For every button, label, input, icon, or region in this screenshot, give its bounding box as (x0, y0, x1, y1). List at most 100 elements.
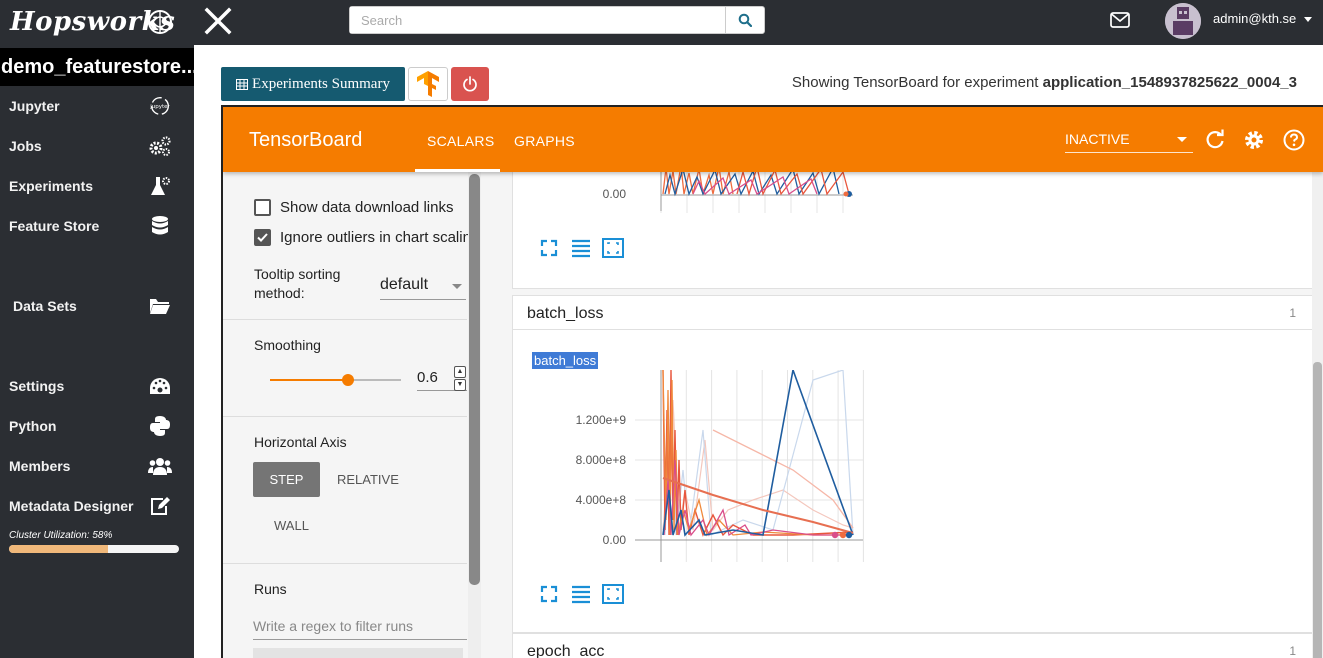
series-line (662, 370, 849, 537)
user-menu-caret-icon[interactable] (1304, 17, 1312, 22)
stepper-down-icon[interactable]: ▼ (454, 379, 466, 391)
tab-graphs[interactable]: GRAPHS (514, 133, 575, 149)
help-icon[interactable] (1283, 129, 1305, 151)
tensorboard-settings-panel: Show data download links Ignore outliers… (223, 172, 481, 658)
experiments-summary-button[interactable]: Experiments Summary (221, 67, 405, 101)
project-name[interactable]: demo_featurestore... (0, 48, 194, 86)
search-input[interactable] (350, 7, 726, 33)
tab-scalars[interactable]: SCALARS (427, 133, 494, 149)
y-tick-label: 8.000e+8 (576, 453, 627, 467)
experiment-heading: Showing TensorBoard for experiment appli… (792, 74, 1297, 91)
group-count: 1 (1289, 644, 1296, 658)
settings-scrollbar-thumb[interactable] (469, 174, 480, 585)
experiment-heading-prefix: Showing TensorBoard for experiment (791, 74, 1039, 91)
group-header-batch-loss[interactable]: batch_loss 1 (512, 295, 1313, 330)
chart-card-batch-loss: batch_loss 0.00 4.000e+8 8.000e+8 1.200e+9 (512, 329, 1313, 633)
search-icon (738, 13, 752, 27)
sidebar-item-label: Members (9, 458, 71, 474)
divider (223, 319, 467, 320)
search-box (349, 6, 765, 34)
flask-icon (148, 174, 172, 198)
group-header-epoch-acc[interactable]: epoch_acc 1 (512, 633, 1313, 658)
divider (223, 563, 467, 564)
checkbox-box (254, 199, 271, 216)
smoothing-slider-fill (270, 379, 348, 381)
sidebar-item-feature-store[interactable]: Feature Store (0, 206, 194, 246)
mail-icon[interactable] (1110, 12, 1130, 28)
dropdown-caret-icon (452, 284, 462, 289)
experiments-summary-label: Experiments Summary (252, 75, 390, 92)
folder-open-icon (148, 294, 172, 318)
cluster-utilization-fill (9, 545, 108, 553)
chart-title[interactable]: batch_loss (532, 352, 599, 369)
dashboard-icon (148, 374, 172, 398)
checkbox-label: Ignore outliers in chart scaling (280, 229, 480, 246)
sidebar-item-jobs[interactable]: Jobs (0, 126, 194, 166)
tensorflow-button[interactable] (408, 67, 448, 101)
sidebar-item-label: Settings (9, 378, 65, 394)
search-button[interactable] (725, 7, 764, 33)
axis-step-button[interactable]: STEP (253, 462, 320, 497)
power-icon (463, 76, 477, 92)
y-tick-label: 0.00 (603, 533, 627, 547)
checkbox-label: Show data download links (280, 199, 454, 216)
stop-tensorboard-button[interactable] (451, 67, 489, 101)
fit-domain-icon[interactable] (602, 583, 624, 605)
main-scrollbar-thumb[interactable] (1313, 362, 1322, 658)
sidebar-item-label: Experiments (9, 178, 94, 194)
stepper-up-icon[interactable]: ▲ (454, 366, 466, 378)
fullscreen-icon[interactable] (538, 237, 560, 259)
sidebar-item-python[interactable]: Python (0, 406, 194, 446)
inactive-dropdown[interactable]: INACTIVE (1065, 131, 1193, 153)
settings-gear-icon[interactable] (1243, 129, 1265, 151)
tooltip-sorting-select[interactable]: default (380, 276, 466, 300)
sidebar-item-label: Data Sets (13, 298, 77, 314)
cluster-utilization-label: Cluster Utilization: 58% (9, 530, 113, 541)
avatar[interactable] (1165, 3, 1201, 39)
users-icon (148, 454, 172, 478)
group-count: 1 (1289, 306, 1296, 320)
runs-label: Runs (254, 581, 287, 597)
log-scale-icon[interactable] (570, 583, 592, 605)
series-end-point (845, 531, 853, 539)
inactive-dropdown-label: INACTIVE (1065, 131, 1130, 147)
runs-list[interactable] (253, 648, 463, 658)
group-title: batch_loss (527, 305, 604, 322)
log-scale-icon[interactable] (570, 237, 592, 259)
sidebar-item-label: Metadata Designer (9, 498, 134, 514)
ignore-outliers-checkbox[interactable]: Ignore outliers in chart scaling (254, 229, 479, 246)
sidebar-item-metadata-designer[interactable]: Metadata Designer (0, 486, 194, 526)
series-end-point (839, 531, 847, 539)
user-menu-label[interactable]: admin@kth.se (1213, 11, 1296, 26)
dropdown-caret-icon (1177, 137, 1187, 142)
edit-icon (148, 494, 172, 518)
axis-wall-button[interactable]: WALL (274, 518, 309, 533)
show-download-links-checkbox[interactable]: Show data download links (254, 199, 453, 216)
sidebar-item-label: Jupyter (9, 98, 60, 114)
sidebar-item-experiments[interactable]: Experiments (0, 166, 194, 206)
y-tick-label: 1.200e+9 (576, 413, 627, 427)
smoothing-stepper[interactable]: ▲ ▼ (454, 366, 466, 392)
sidebar-item-members[interactable]: Members (0, 446, 194, 486)
close-icon[interactable] (204, 7, 232, 35)
batch-loss-chart[interactable]: 0.00 4.000e+8 8.000e+8 1.200e+9 (513, 370, 913, 570)
tensorboard-scalars-pane: 0.00 batch_loss 1 batch_loss 0.00 4.000e+… (481, 172, 1323, 658)
group-title: epoch_acc (527, 643, 605, 658)
hops-logo-icon (148, 10, 172, 34)
experiment-id: application_1548937825622_0004_3 (1042, 74, 1297, 91)
svg-text:jupyter: jupyter (149, 104, 170, 110)
refresh-icon[interactable] (1204, 129, 1226, 151)
axis-relative-button[interactable]: RELATIVE (337, 472, 399, 487)
smoothing-slider-thumb[interactable] (342, 374, 354, 386)
sidebar-item-jupyter[interactable]: Jupyter jupyter (0, 86, 194, 126)
runs-filter-input[interactable]: Write a regex to filter runs (253, 614, 467, 640)
sidebar: demo_featurestore... Jupyter jupyter Job… (0, 45, 194, 658)
fit-domain-icon[interactable] (602, 237, 624, 259)
chart-series (662, 370, 854, 539)
sidebar-item-data-sets[interactable]: Data Sets (0, 286, 194, 326)
tensorboard-frame: TensorBoard SCALARS GRAPHS INACTIVE Show… (221, 105, 1323, 658)
sidebar-item-label: Python (9, 418, 57, 434)
fullscreen-icon[interactable] (538, 583, 560, 605)
sidebar-item-settings[interactable]: Settings (0, 366, 194, 406)
cluster-utilization-bar (9, 545, 179, 553)
